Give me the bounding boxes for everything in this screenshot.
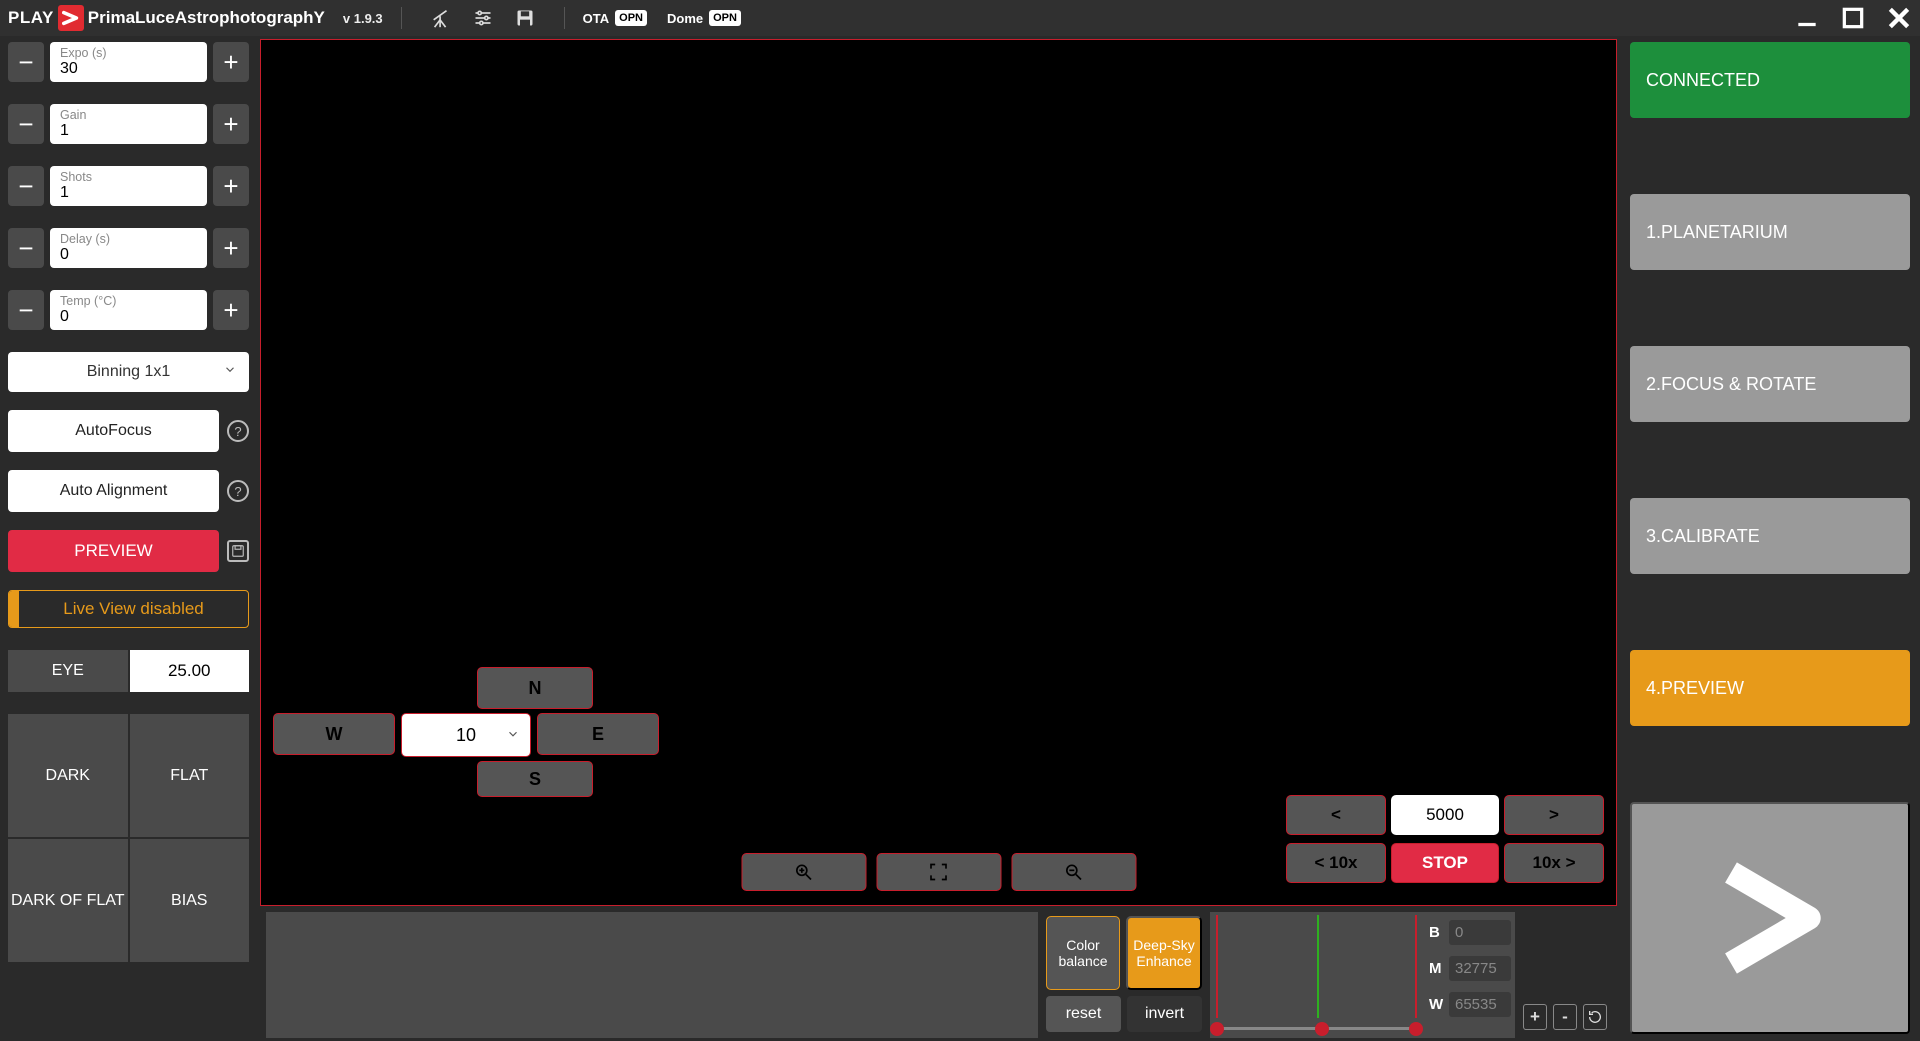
- eye-label[interactable]: EYE: [8, 650, 128, 692]
- dark-of-flat-button[interactable]: DARK OF FLAT: [8, 839, 128, 962]
- shots-decrement[interactable]: −: [8, 166, 44, 206]
- save-preview-icon[interactable]: [227, 540, 249, 562]
- sliders-icon[interactable]: [472, 7, 494, 29]
- chevron-down-icon: [506, 725, 520, 746]
- nav-right-10x-button[interactable]: 10x >: [1504, 843, 1604, 883]
- flat-button[interactable]: FLAT: [130, 714, 250, 837]
- expo-field[interactable]: Expo (s) 30: [50, 42, 207, 82]
- dome-badge[interactable]: OPN: [709, 10, 741, 26]
- dark-button[interactable]: DARK: [8, 714, 128, 837]
- telescope-icon[interactable]: [430, 7, 452, 29]
- fit-screen-icon[interactable]: [876, 853, 1001, 891]
- temp-increment[interactable]: +: [213, 290, 249, 330]
- histogram-left: [266, 912, 1038, 1038]
- slider-mid-handle[interactable]: [1315, 1022, 1329, 1036]
- slew-speed-select[interactable]: 10: [401, 713, 531, 757]
- autoalign-button[interactable]: Auto Alignment: [8, 470, 219, 512]
- planetarium-button[interactable]: 1.PLANETARIUM: [1630, 194, 1910, 270]
- stretch-plus-button[interactable]: +: [1523, 1004, 1547, 1030]
- right-sidebar: CONNECTED 1.PLANETARIUM 2.FOCUS & ROTATE…: [1620, 36, 1920, 1040]
- dome-label: Dome: [667, 11, 703, 26]
- refresh-icon[interactable]: [1583, 1004, 1607, 1030]
- ota-label: OTA: [583, 11, 609, 26]
- invert-button[interactable]: invert: [1127, 996, 1202, 1032]
- w-value[interactable]: 65535: [1449, 992, 1511, 1017]
- nav-left-10x-button[interactable]: < 10x: [1286, 843, 1386, 883]
- preview-step-button[interactable]: 4.PREVIEW: [1630, 650, 1910, 726]
- gain-increment[interactable]: +: [213, 104, 249, 144]
- bottom-strip: Color balance Deep-Sky Enhance reset inv…: [260, 906, 1617, 1041]
- temp-decrement[interactable]: −: [8, 290, 44, 330]
- slider-black-handle[interactable]: [1210, 1022, 1224, 1036]
- stop-button[interactable]: STOP: [1391, 843, 1499, 883]
- zoom-out-icon[interactable]: [1011, 853, 1136, 891]
- b-value[interactable]: 0: [1449, 920, 1511, 945]
- binning-select[interactable]: Binning 1x1: [8, 352, 249, 392]
- west-button[interactable]: W: [273, 713, 395, 755]
- delay-field[interactable]: Delay (s)0: [50, 228, 207, 268]
- delay-decrement[interactable]: −: [8, 228, 44, 268]
- expo-decrement[interactable]: −: [8, 42, 44, 82]
- temp-field[interactable]: Temp (°C)0: [50, 290, 207, 330]
- south-button[interactable]: S: [477, 761, 593, 797]
- brand-name: PrimaLuceAstrophotographY: [88, 8, 325, 28]
- nav-left-button[interactable]: <: [1286, 795, 1386, 835]
- expo-increment[interactable]: +: [213, 42, 249, 82]
- left-sidebar: − Expo (s) 30 + − Gain1 + − Shots1 + − D…: [0, 36, 257, 1040]
- connected-button[interactable]: CONNECTED: [1630, 42, 1910, 118]
- m-value[interactable]: 32775: [1449, 956, 1511, 981]
- version-label: v 1.9.3: [343, 11, 383, 26]
- play-label: PLAY: [8, 8, 54, 28]
- bias-button[interactable]: BIAS: [130, 839, 250, 962]
- autofocus-button[interactable]: AutoFocus: [8, 410, 219, 452]
- image-view[interactable]: N W 10 E S: [260, 39, 1617, 906]
- eye-value[interactable]: 25.00: [130, 650, 250, 692]
- focus-rotate-button[interactable]: 2.FOCUS & ROTATE: [1630, 346, 1910, 422]
- save-icon[interactable]: [514, 7, 536, 29]
- stretch-minus-button[interactable]: -: [1553, 1004, 1577, 1030]
- main-area: N W 10 E S: [257, 36, 1620, 1040]
- slider-white-handle[interactable]: [1409, 1022, 1423, 1036]
- go-button[interactable]: [1630, 802, 1910, 1034]
- nav-right-button[interactable]: >: [1504, 795, 1604, 835]
- chevron-down-icon: [223, 363, 237, 382]
- preview-button[interactable]: PREVIEW: [8, 530, 219, 572]
- help-icon[interactable]: ?: [227, 480, 249, 502]
- help-icon[interactable]: ?: [227, 420, 249, 442]
- shots-increment[interactable]: +: [213, 166, 249, 206]
- deepsky-enhance-button[interactable]: Deep-Sky Enhance: [1126, 916, 1202, 990]
- ota-badge[interactable]: OPN: [615, 10, 647, 26]
- shots-field[interactable]: Shots1: [50, 166, 207, 206]
- maximize-icon[interactable]: [1840, 5, 1866, 31]
- delay-increment[interactable]: +: [213, 228, 249, 268]
- histogram-right[interactable]: [1210, 912, 1423, 1038]
- gain-decrement[interactable]: −: [8, 104, 44, 144]
- nav-value[interactable]: 5000: [1391, 795, 1499, 835]
- reset-button[interactable]: reset: [1046, 996, 1121, 1032]
- calibrate-button[interactable]: 3.CALIBRATE: [1630, 498, 1910, 574]
- gain-field[interactable]: Gain1: [50, 104, 207, 144]
- app-logo: [58, 5, 84, 31]
- close-icon[interactable]: [1886, 5, 1912, 31]
- east-button[interactable]: E: [537, 713, 659, 755]
- liveview-status[interactable]: Live View disabled: [8, 590, 249, 628]
- color-balance-button[interactable]: Color balance: [1046, 916, 1120, 990]
- minimize-icon[interactable]: [1794, 5, 1820, 31]
- bmw-values: B0 M32775 W65535: [1423, 912, 1515, 1038]
- topbar: PLAY PrimaLuceAstrophotographY v 1.9.3 O…: [0, 0, 1920, 36]
- north-button[interactable]: N: [477, 667, 593, 709]
- zoom-in-icon[interactable]: [741, 853, 866, 891]
